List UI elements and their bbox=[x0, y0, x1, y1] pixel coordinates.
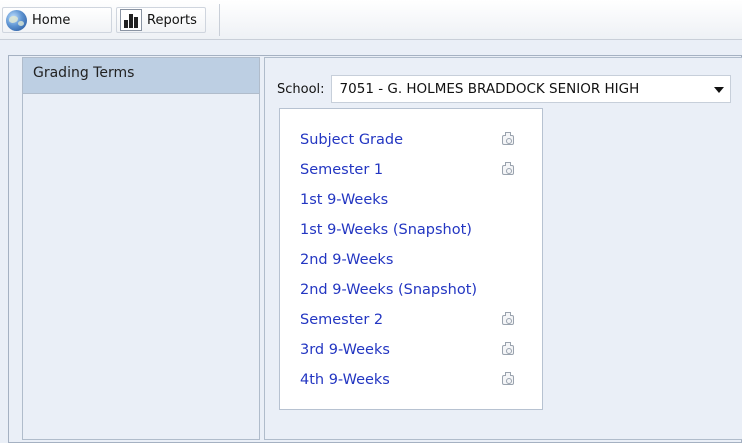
camera-icon[interactable] bbox=[502, 342, 514, 355]
list-item: 3rd 9-Weeks bbox=[300, 339, 535, 361]
term-link[interactable]: Subject Grade bbox=[300, 132, 403, 148]
reports-button[interactable]: Reports bbox=[116, 7, 206, 33]
school-select-value: 7051 - G. HOLMES BRADDOCK SENIOR HIGH bbox=[339, 81, 640, 97]
bar-chart-icon bbox=[120, 9, 142, 31]
list-item: Semester 1 bbox=[300, 159, 535, 181]
term-link[interactable]: 1st 9-Weeks bbox=[300, 192, 388, 208]
home-button[interactable]: Home bbox=[2, 7, 112, 33]
chevron-down-icon[interactable] bbox=[713, 87, 724, 93]
camera-icon[interactable] bbox=[502, 372, 514, 385]
list-item: 1st 9-Weeks bbox=[300, 189, 535, 211]
list-item: 2nd 9-Weeks bbox=[300, 249, 535, 271]
camera-icon[interactable] bbox=[502, 162, 514, 175]
school-label: School: bbox=[277, 81, 325, 97]
camera-icon[interactable] bbox=[502, 132, 514, 145]
home-label: Home bbox=[32, 12, 71, 28]
sidebar-item-grading-terms[interactable]: Grading Terms bbox=[23, 58, 259, 94]
main-panel: School: 7051 - G. HOLMES BRADDOCK SENIOR… bbox=[264, 57, 742, 440]
toolbar-divider bbox=[219, 4, 220, 36]
list-item: Semester 2 bbox=[300, 309, 535, 331]
sidebar: Grading Terms bbox=[22, 57, 260, 440]
school-row: School: 7051 - G. HOLMES BRADDOCK SENIOR… bbox=[277, 75, 731, 103]
term-link[interactable]: 2nd 9-Weeks (Snapshot) bbox=[300, 282, 477, 298]
list-item: 2nd 9-Weeks (Snapshot) bbox=[300, 279, 535, 301]
top-toolbar: Home Reports bbox=[0, 0, 742, 40]
grading-terms-list: Subject Grade Semester 1 1st 9-Weeks 1st 9-… bbox=[279, 108, 543, 410]
term-link[interactable]: 4th 9-Weeks bbox=[300, 372, 390, 388]
reports-label: Reports bbox=[147, 12, 197, 28]
camera-icon[interactable] bbox=[502, 312, 514, 325]
term-link[interactable]: Semester 1 bbox=[300, 162, 383, 178]
globe-icon bbox=[6, 9, 27, 31]
term-link[interactable]: 3rd 9-Weeks bbox=[300, 342, 390, 358]
term-link[interactable]: 1st 9-Weeks (Snapshot) bbox=[300, 222, 472, 238]
list-item: 4th 9-Weeks bbox=[300, 369, 535, 391]
term-link[interactable]: 2nd 9-Weeks bbox=[300, 252, 393, 268]
list-item: 1st 9-Weeks (Snapshot) bbox=[300, 219, 535, 241]
list-item: Subject Grade bbox=[300, 129, 535, 151]
term-link[interactable]: Semester 2 bbox=[300, 312, 383, 328]
school-select[interactable]: 7051 - G. HOLMES BRADDOCK SENIOR HIGH bbox=[330, 75, 731, 103]
